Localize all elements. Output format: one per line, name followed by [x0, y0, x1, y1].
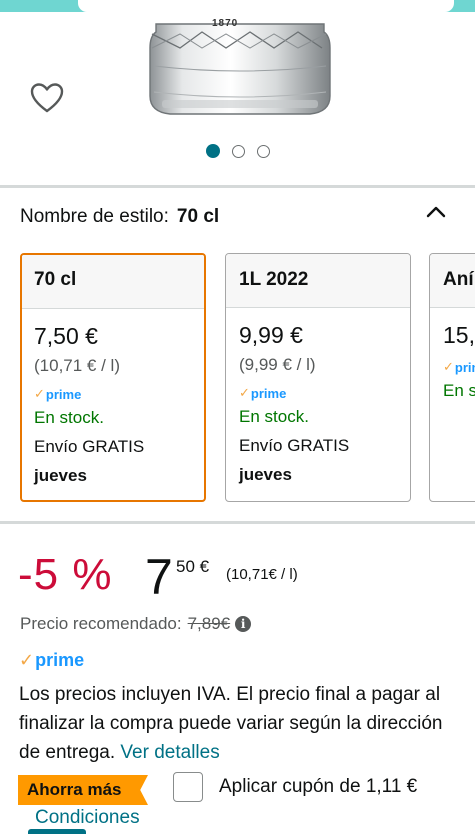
tax-info-text: Los precios incluyen IVA. El precio fina… [19, 684, 443, 763]
prime-badge: ✓ prime [34, 386, 204, 402]
option-name: 70 cl [22, 255, 204, 309]
divider-top [0, 185, 475, 188]
gallery-pagination [0, 144, 475, 158]
coupon-label[interactable]: Aplicar cupón de 1,11 € [219, 776, 417, 798]
prime-label: prim [454, 359, 475, 375]
details-link[interactable]: Ver detalles [120, 742, 219, 763]
style-label: Nombre de estilo: [20, 206, 169, 227]
style-option-partial[interactable]: Aní 15, ✓prim En s [429, 253, 475, 502]
prime-badge: ✓prim [443, 359, 475, 375]
option-shipping: Envío GRATIS [34, 437, 145, 456]
checkmark-icon: ✓ [19, 650, 35, 670]
recommended-price: Precio recomendado: 7,89€ i [20, 614, 252, 634]
option-stock: En s [443, 381, 475, 400]
recommended-value: 7,89€ [187, 614, 231, 633]
style-option-70cl[interactable]: 70 cl 7,50 € (10,71 € / l) ✓ prime En sto… [20, 253, 206, 502]
option-shipping: Envío GRATIS [239, 436, 350, 455]
option-name: 1L 2022 [226, 254, 410, 308]
option-unit-price: (10,71 € / l) [34, 356, 120, 375]
option-delivery-day: jueves [34, 466, 87, 485]
product-image[interactable] [140, 14, 340, 118]
style-options-carousel: 70 cl 7,50 € (10,71 € / l) ✓ prime En sto… [20, 253, 475, 503]
discount-percentage: -5 % [18, 550, 113, 599]
option-price: 15, [443, 322, 475, 348]
product-gallery: 1870 [0, 0, 475, 185]
price-whole: 7 [145, 549, 173, 605]
option-delivery-day: jueves [239, 465, 292, 484]
prime-label: prime [45, 386, 82, 402]
gallery-dot-3[interactable] [256, 144, 270, 158]
bottle-label-text: 1870 [212, 18, 239, 29]
coupon-checkbox[interactable] [173, 772, 203, 802]
scroll-indicator [28, 829, 86, 834]
save-more-badge: Ahorra más [18, 775, 148, 805]
conditions-link[interactable]: Condiciones [35, 807, 140, 829]
gallery-dot-2[interactable] [231, 144, 245, 158]
prime-badge: ✓ prime [239, 385, 410, 401]
recommended-label: Precio recomendado: [20, 614, 182, 633]
style-option-1l-2022[interactable]: 1L 2022 9,99 € (9,99 € / l) ✓ prime En st… [225, 253, 411, 502]
checkmark-icon: ✓ [239, 385, 250, 400]
prime-label: prime [250, 385, 287, 401]
tax-info: Los precios incluyen IVA. El precio fina… [19, 680, 459, 767]
style-heading: Nombre de estilo: 70 cl [20, 206, 219, 228]
price-fraction: 50 € [176, 557, 210, 576]
divider-middle [0, 521, 475, 524]
option-price: 7,50 € [34, 323, 98, 349]
option-stock: En stock. [239, 407, 309, 426]
checkmark-icon: ✓ [34, 386, 45, 401]
heart-icon[interactable] [30, 82, 64, 114]
price-per-unit: (10,71€ / l) [226, 566, 298, 583]
option-name: Aní [430, 254, 475, 308]
prime-label: prime [35, 650, 85, 670]
gallery-dot-1[interactable] [205, 144, 220, 158]
info-icon[interactable]: i [235, 616, 252, 632]
checkmark-icon: ✓ [443, 359, 454, 374]
option-price: 9,99 € [239, 322, 303, 348]
search-box-bottom[interactable] [78, 0, 454, 12]
option-unit-price: (9,99 € / l) [239, 355, 316, 374]
option-stock: En stock. [34, 408, 104, 427]
chevron-up-icon[interactable] [426, 204, 446, 220]
prime-badge-main: ✓prime [19, 650, 84, 671]
style-selected-value: 70 cl [176, 206, 220, 227]
